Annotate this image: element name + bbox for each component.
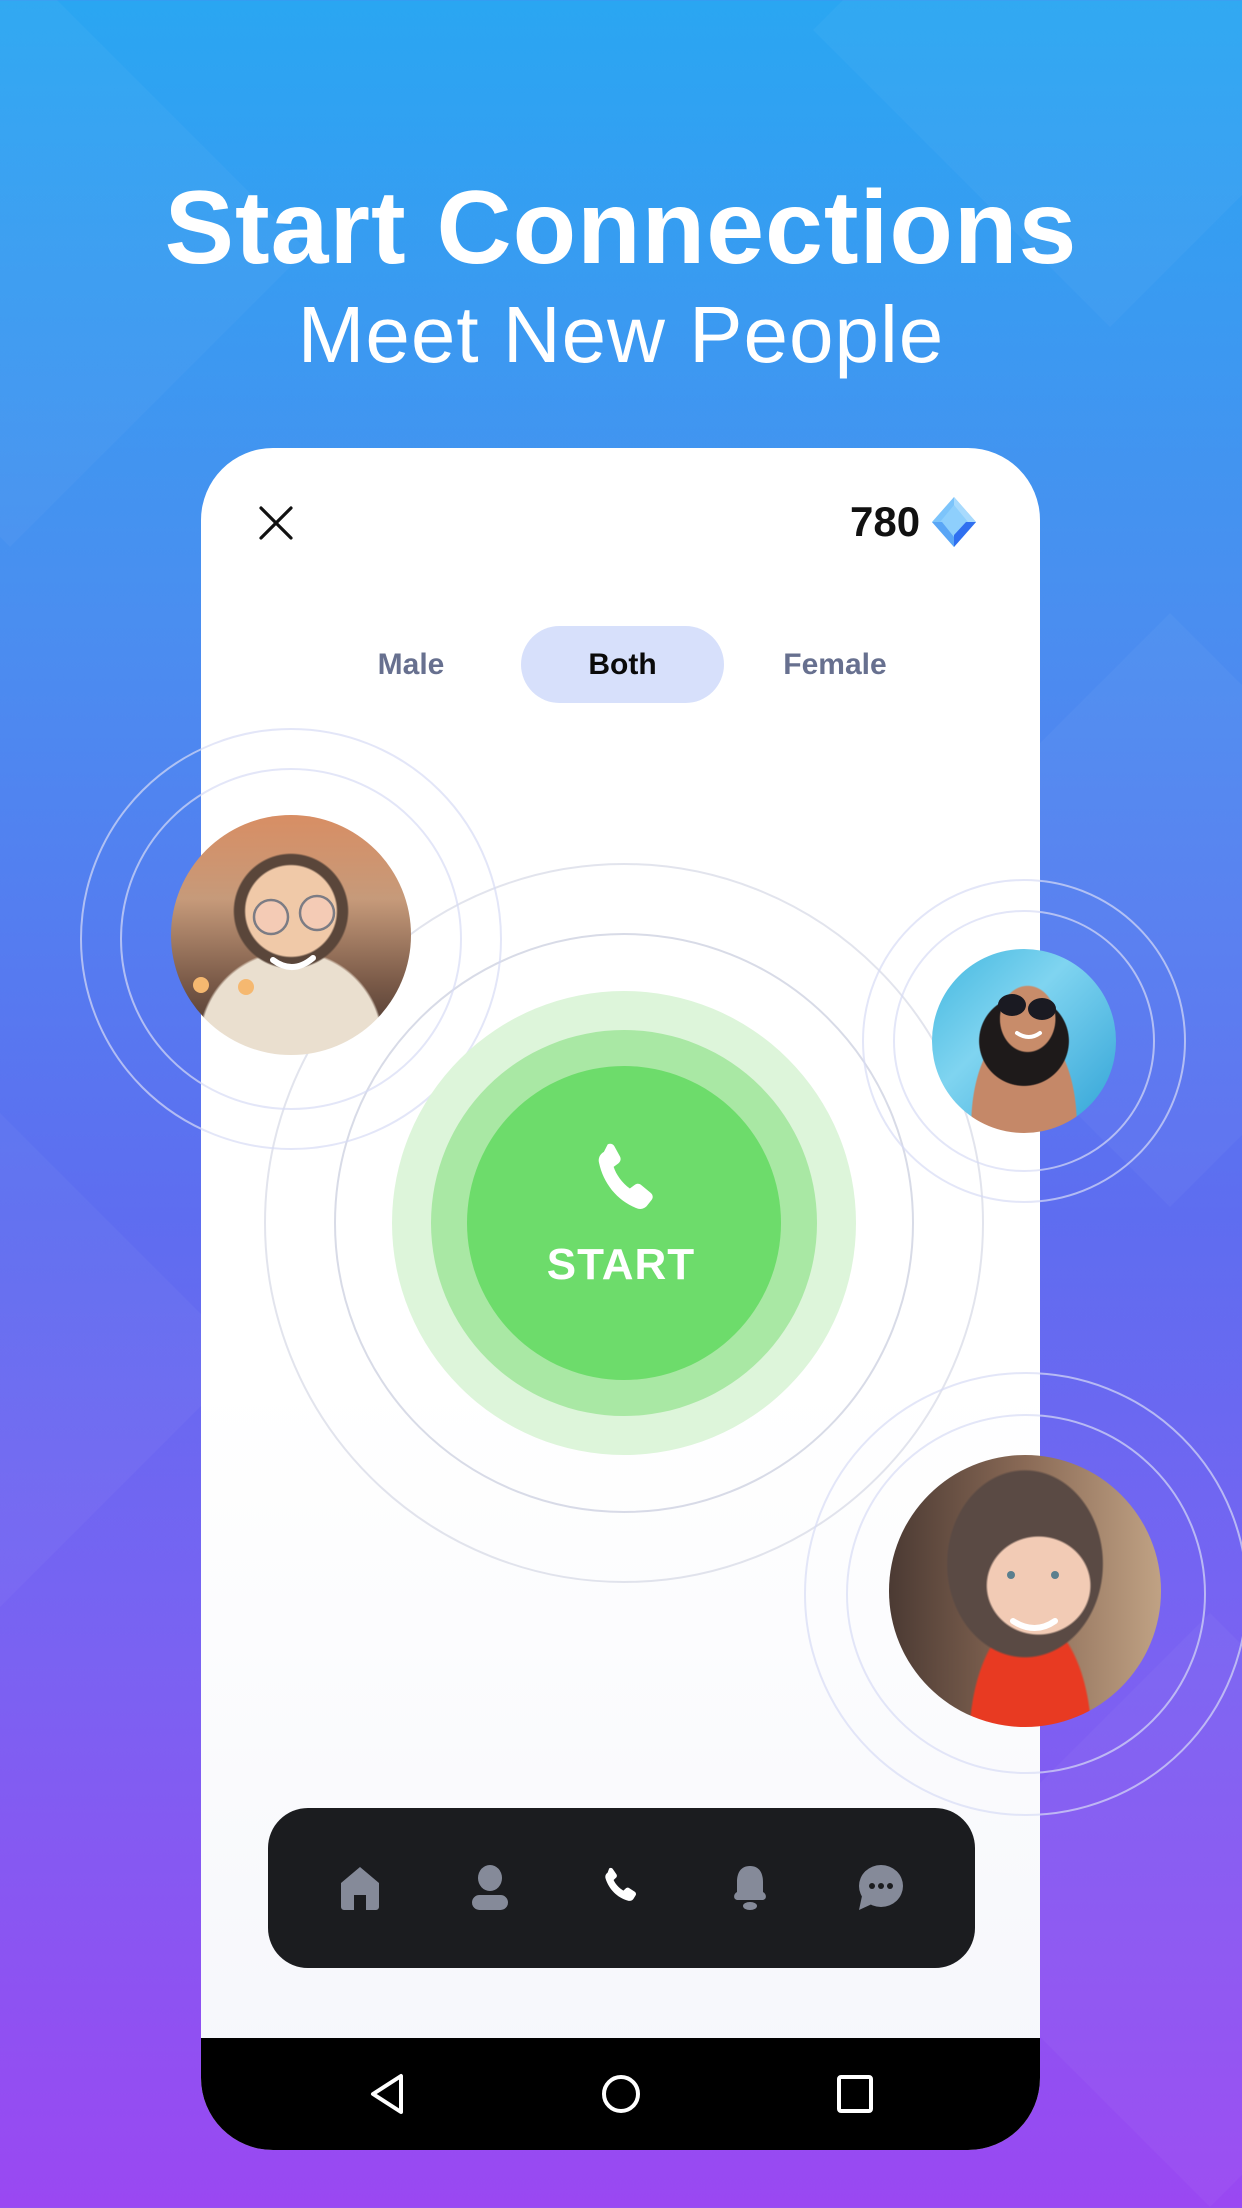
start-button[interactable] — [467, 1066, 781, 1380]
system-recents-button[interactable] — [829, 2068, 881, 2120]
tab-home[interactable] — [330, 1858, 390, 1918]
gender-filter: Male Both Female — [0, 626, 1242, 703]
tab-female[interactable]: Female — [760, 626, 910, 703]
close-button[interactable] — [258, 505, 294, 541]
tab-call[interactable] — [590, 1858, 650, 1918]
hero-subtitle: Meet New People — [297, 290, 945, 379]
avatar[interactable] — [889, 1455, 1161, 1727]
tab-messages[interactable] — [850, 1858, 910, 1918]
system-back-button[interactable] — [362, 2068, 414, 2120]
bell-icon — [734, 1866, 766, 1910]
diamond-balance[interactable]: 780 — [850, 496, 977, 548]
close-icon — [259, 506, 293, 540]
sunglasses-detail — [998, 994, 1056, 1039]
balance-value: 780 — [850, 498, 921, 545]
phone-icon — [605, 1867, 637, 1901]
smile-detail — [1007, 1571, 1059, 1631]
tab-male[interactable]: Male — [340, 626, 482, 703]
tab-notifications[interactable] — [720, 1858, 780, 1918]
phone-icon — [598, 1143, 653, 1209]
home-icon — [341, 1867, 379, 1910]
diamond-gem-icon — [932, 497, 977, 547]
avatar[interactable] — [932, 949, 1116, 1133]
tab-both[interactable]: Both — [521, 626, 724, 703]
chat-icon — [859, 1865, 903, 1910]
bottom-tab-bar — [268, 1808, 975, 1968]
recents-icon — [837, 2075, 873, 2113]
home-circle-icon — [602, 2075, 640, 2113]
profile-icon — [472, 1865, 508, 1910]
glasses-detail — [193, 894, 336, 995]
start-label: START — [546, 1240, 696, 1289]
hero-title: Start Connections — [164, 170, 1078, 286]
tab-profile[interactable] — [460, 1858, 520, 1918]
system-home-button[interactable] — [595, 2068, 647, 2120]
back-icon — [371, 2074, 403, 2114]
avatar[interactable] — [171, 815, 411, 1055]
system-navigation-bar — [201, 2038, 1040, 2150]
